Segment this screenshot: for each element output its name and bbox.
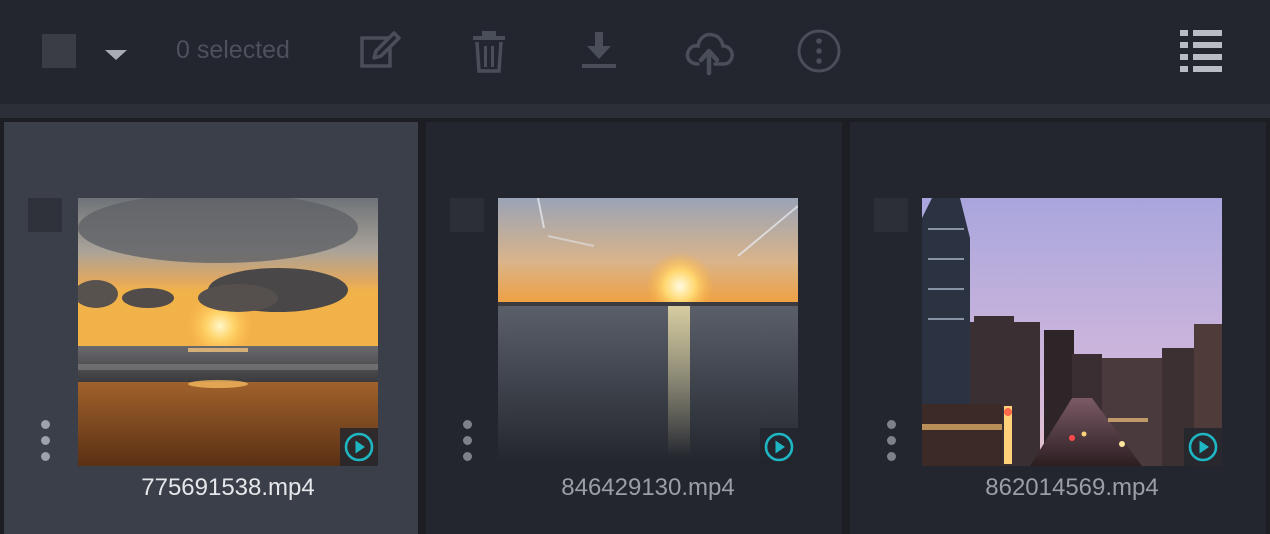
list-view-icon[interactable]	[1180, 30, 1222, 72]
more-icon[interactable]	[794, 26, 844, 76]
beach-sunset-image	[78, 198, 378, 466]
ocean-sunset-image	[498, 198, 798, 466]
video-thumbnail[interactable]	[498, 198, 798, 466]
city-dusk-image	[922, 198, 1222, 466]
file-checkbox[interactable]	[28, 198, 62, 232]
file-name[interactable]: 862014569.mp4	[922, 474, 1222, 502]
cloud-upload-icon[interactable]	[684, 26, 734, 76]
file-card[interactable]: 775691538.mp4	[4, 122, 418, 534]
card-menu-icon[interactable]	[460, 420, 474, 466]
caret-down-icon[interactable]	[105, 50, 127, 60]
trash-icon[interactable]	[464, 26, 514, 76]
selected-count: 0 selected	[176, 36, 290, 64]
select-all-checkbox[interactable]	[42, 34, 76, 68]
download-icon[interactable]	[574, 26, 624, 76]
play-icon[interactable]	[1184, 428, 1222, 466]
edit-icon[interactable]	[356, 26, 406, 76]
file-name[interactable]: 775691538.mp4	[78, 474, 378, 502]
file-checkbox[interactable]	[874, 198, 908, 232]
toolbar: 0 selected	[0, 0, 1270, 104]
video-thumbnail[interactable]	[78, 198, 378, 466]
card-menu-icon[interactable]	[38, 420, 52, 466]
file-grid: 775691538.mp4 846429130.mp4 862014569.mp…	[0, 118, 1270, 534]
video-thumbnail[interactable]	[922, 198, 1222, 466]
play-icon[interactable]	[760, 428, 798, 466]
file-card[interactable]: 846429130.mp4	[426, 122, 842, 534]
file-checkbox[interactable]	[450, 198, 484, 232]
play-icon[interactable]	[340, 428, 378, 466]
card-menu-icon[interactable]	[884, 420, 898, 466]
file-name[interactable]: 846429130.mp4	[498, 474, 798, 502]
toolbar-divider	[0, 104, 1270, 118]
file-card[interactable]: 862014569.mp4	[850, 122, 1266, 534]
